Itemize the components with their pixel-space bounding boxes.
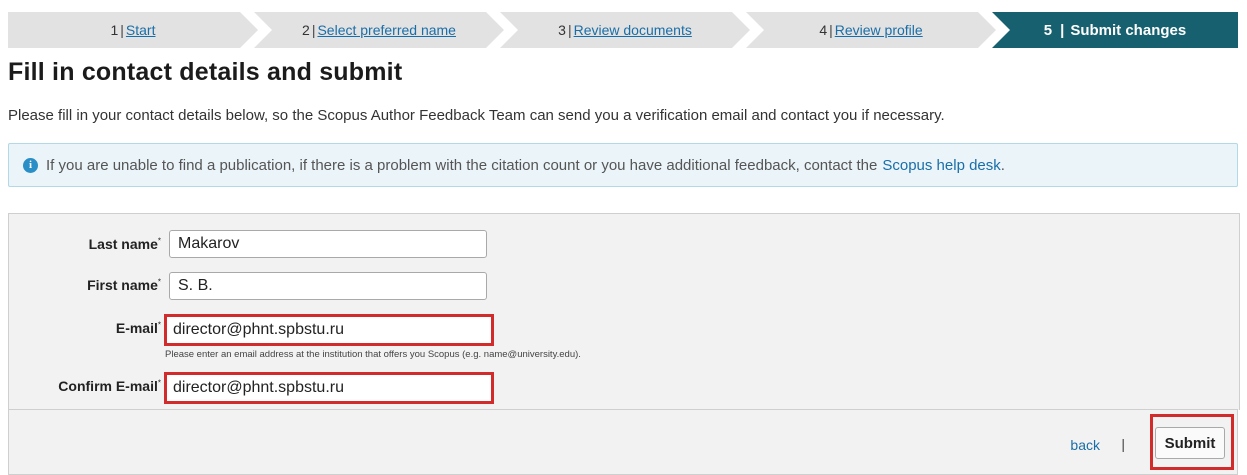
form-footer: back | Submit (8, 409, 1238, 475)
back-link[interactable]: back (1070, 437, 1100, 453)
progress-steps: 1 | Start 2 | Select preferred name 3 | Review… (8, 12, 1238, 48)
step-review-profile-link[interactable]: Review profile (835, 22, 923, 38)
step-number: 5 (1043, 21, 1053, 39)
step-start: 1 | Start (8, 12, 258, 48)
step-select-preferred-name: 2 | Select preferred name (254, 12, 504, 48)
confirm-email-field[interactable] (164, 372, 494, 404)
intro-text: Please fill in your contact details belo… (8, 107, 945, 124)
page-title: Fill in contact details and submit (8, 58, 403, 86)
help-desk-link[interactable]: Scopus help desk (882, 157, 1000, 174)
step-select-preferred-name-link[interactable]: Select preferred name (317, 22, 456, 38)
email-field[interactable] (164, 314, 494, 346)
info-end: . (1000, 156, 1005, 174)
step-number: 2 (302, 22, 310, 38)
step-start-link[interactable]: Start (126, 22, 156, 38)
step-number: 3 (558, 22, 566, 38)
step-review-documents-link[interactable]: Review documents (574, 22, 692, 38)
last-name-field[interactable] (169, 230, 487, 258)
first-name-field[interactable] (169, 272, 487, 300)
step-number: 1 (110, 22, 119, 38)
step-review-documents: 3 | Review documents (500, 12, 750, 48)
info-text: If you are unable to find a publication,… (46, 156, 878, 174)
confirm-email-label: Confirm E-mail* (58, 378, 161, 394)
first-name-label: First name* (87, 277, 161, 293)
step-review-profile: 4 | Review profile (746, 12, 996, 48)
footer-separator: | (1121, 436, 1125, 452)
step-number: 4 (819, 22, 828, 38)
email-hint: Please enter an email address at the ins… (165, 349, 581, 360)
info-banner: i If you are unable to find a publicatio… (8, 143, 1238, 187)
step-submit-changes-label: Submit changes (1070, 21, 1187, 39)
step-submit-changes-active: 5 | Submit changes (992, 12, 1238, 48)
contact-form: Last name* First name* E-mail* Please en… (8, 213, 1240, 410)
last-name-label: Last name* (88, 236, 161, 252)
info-icon: i (23, 157, 38, 173)
submit-button[interactable]: Submit (1155, 427, 1225, 459)
email-label: E-mail* (115, 320, 161, 336)
